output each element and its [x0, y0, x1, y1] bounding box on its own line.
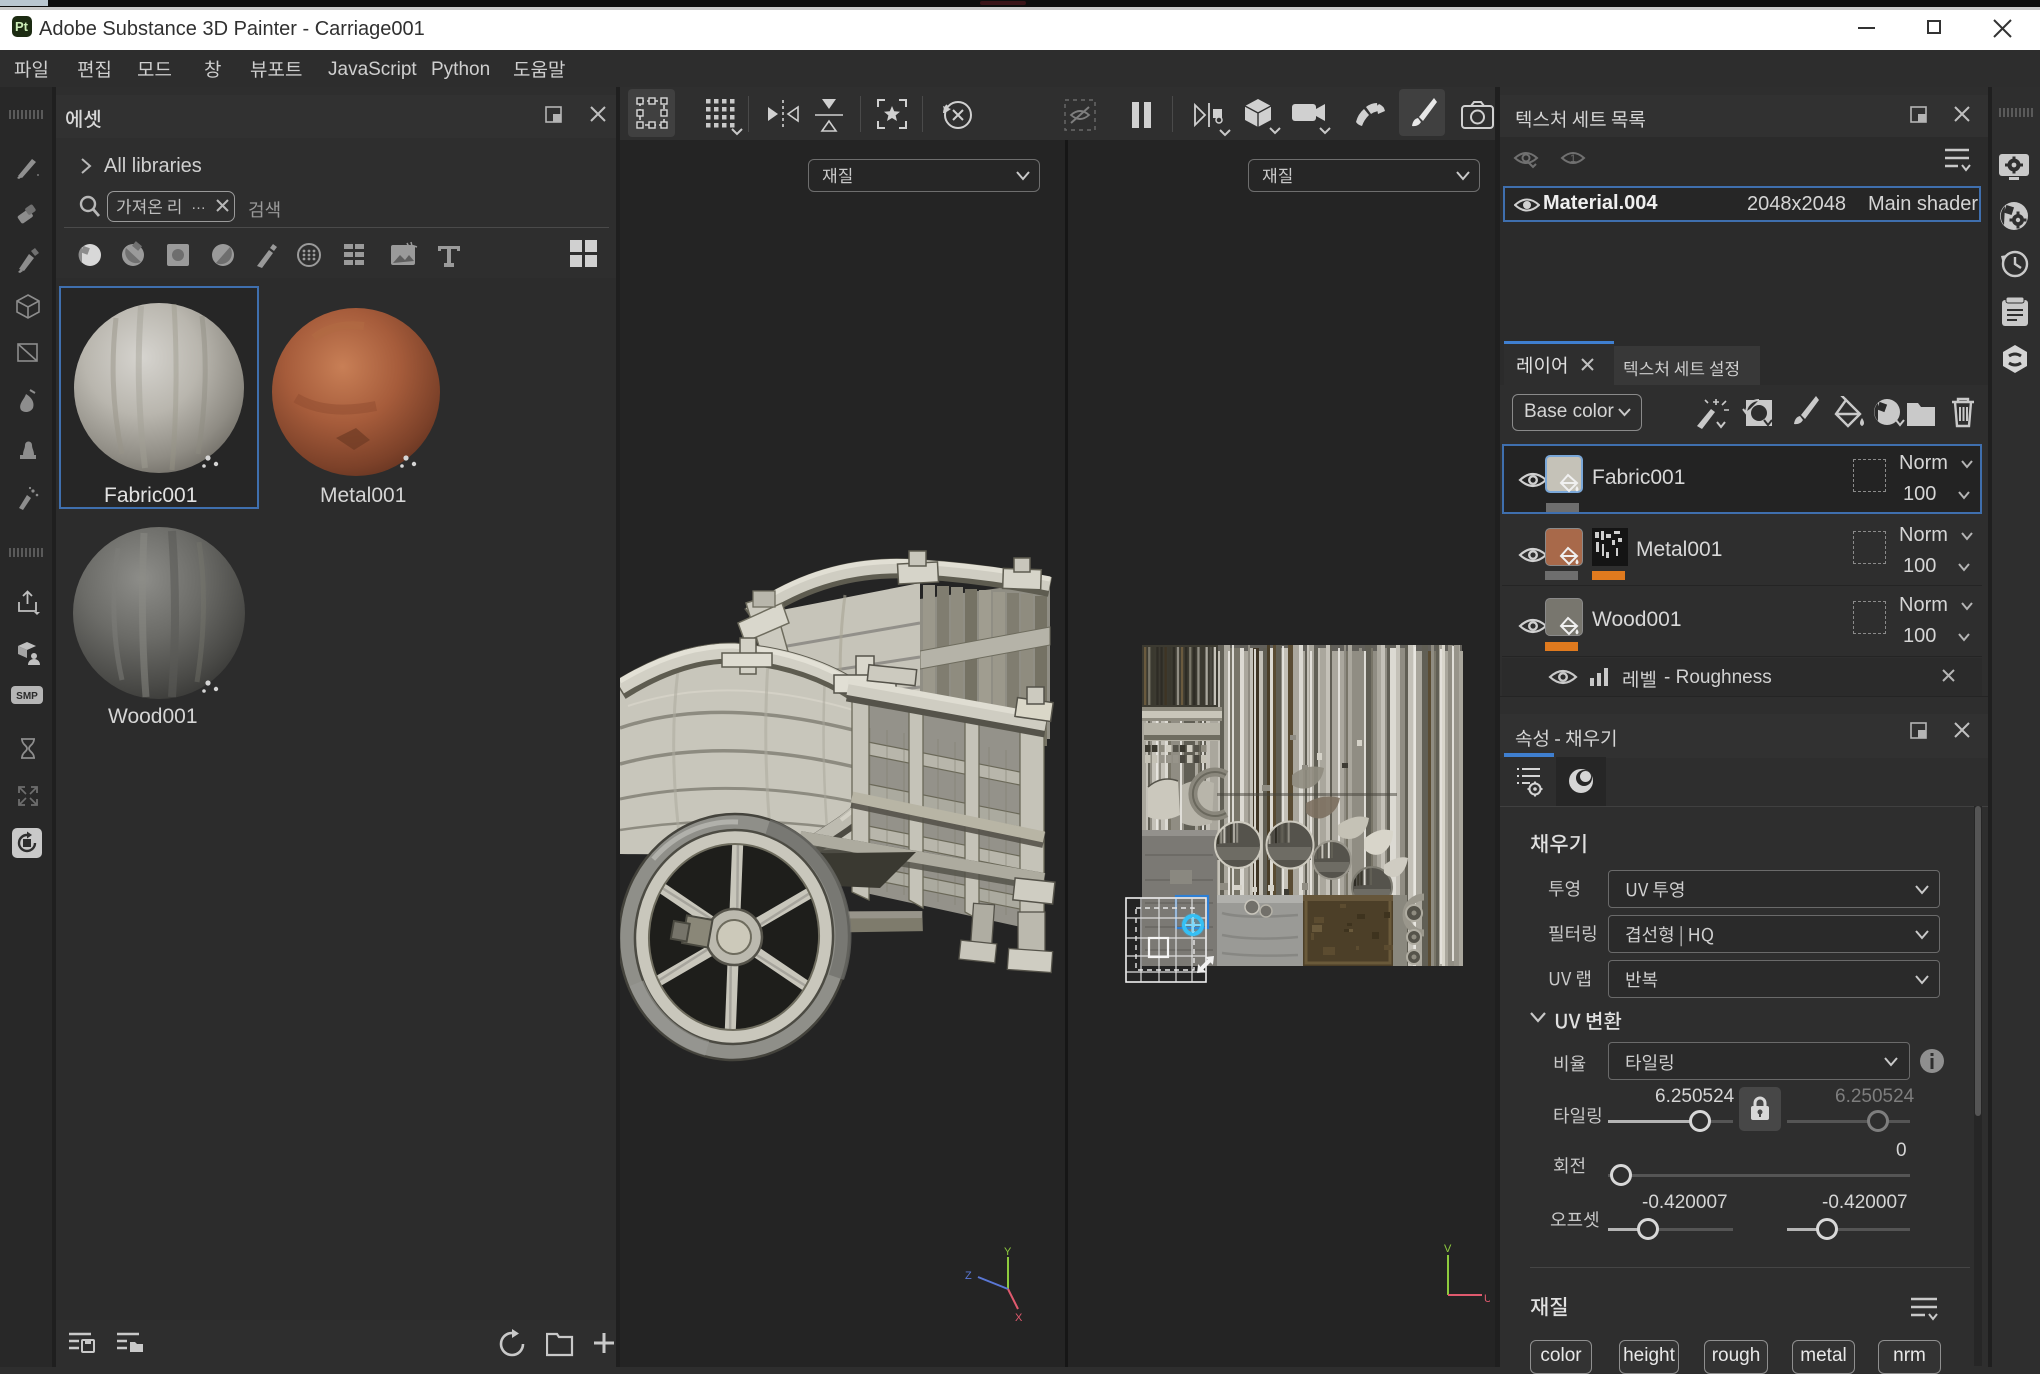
svg-text:V: V	[1444, 1243, 1452, 1255]
svg-text:U: U	[1484, 1293, 1490, 1305]
svg-text:Z: Z	[965, 1270, 972, 1282]
svg-text:X: X	[1015, 1312, 1023, 1324]
svg-text:1: 1	[1570, 153, 1576, 165]
svg-text:Y: Y	[1004, 1246, 1012, 1258]
svg-text:SMP: SMP	[16, 691, 38, 702]
